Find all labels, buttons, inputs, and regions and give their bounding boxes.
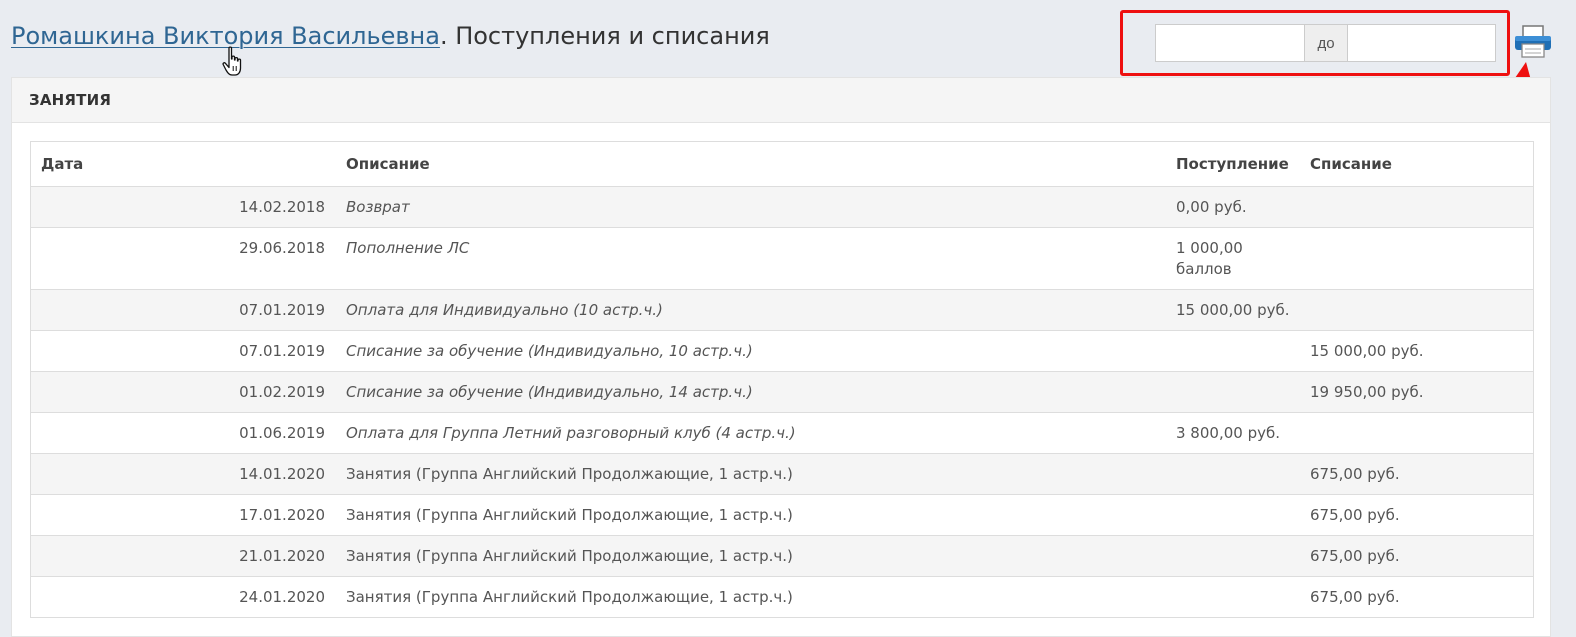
table-header-row: Дата Описание Поступление Списание — [30, 141, 1534, 187]
panel-title: ЗАНЯТИЯ — [12, 78, 1550, 123]
expense-cell: 675,00 руб. — [1300, 576, 1534, 618]
description-cell: Занятия (Группа Английский Продолжающие,… — [336, 494, 1166, 536]
column-header-date[interactable]: Дата — [30, 141, 336, 187]
income-cell — [1166, 453, 1300, 495]
income-cell — [1166, 576, 1300, 618]
description-cell: Оплата для Группа Летний разговорный клу… — [336, 412, 1166, 454]
date-cell: 01.02.2019 — [30, 371, 336, 413]
date-cell: 21.01.2020 — [30, 535, 336, 577]
date-cell: 01.06.2019 — [30, 412, 336, 454]
table-row: 01.02.2019 Списание за обучение (Индивиду… — [30, 371, 1534, 413]
lessons-panel: ЗАНЯТИЯ Дата Описание Поступление Списан… — [11, 77, 1551, 637]
table-row: 01.06.2019 Оплата для Группа Летний разго… — [30, 412, 1534, 454]
column-header-description[interactable]: Описание — [336, 141, 1166, 187]
table-row: 17.01.2020 Занятия (Группа Английский Про… — [30, 494, 1534, 536]
date-cell: 14.01.2020 — [30, 453, 336, 495]
date-cell: 07.01.2019 — [30, 289, 336, 331]
description-cell: Списание за обучение (Индивидуально, 10 … — [336, 330, 1166, 372]
table-row: 14.01.2020 Занятия (Группа Английский Про… — [30, 453, 1534, 495]
transactions-table: Дата Описание Поступление Списание 14.02… — [30, 141, 1534, 618]
expense-cell — [1300, 227, 1534, 290]
description-cell: Оплата для Индивидуально (10 астр.ч.) — [336, 289, 1166, 331]
expense-cell — [1300, 289, 1534, 331]
description-cell: Списание за обучение (Индивидуально, 14 … — [336, 371, 1166, 413]
table-row: 21.01.2020 Занятия (Группа Английский Про… — [30, 535, 1534, 577]
date-from-input[interactable] — [1156, 25, 1304, 61]
description-cell: Занятия (Группа Английский Продолжающие,… — [336, 535, 1166, 577]
expense-cell: 675,00 руб. — [1300, 494, 1534, 536]
expense-cell: 15 000,00 руб. — [1300, 330, 1534, 372]
table-row: 07.01.2019 Списание за обучение (Индивиду… — [30, 330, 1534, 372]
description-cell: Занятия (Группа Английский Продолжающие,… — [336, 453, 1166, 495]
income-cell — [1166, 494, 1300, 536]
date-cell: 17.01.2020 — [30, 494, 336, 536]
date-cell: 07.01.2019 — [30, 330, 336, 372]
income-cell: 0,00 руб. — [1166, 186, 1300, 228]
date-cell: 29.06.2018 — [30, 227, 336, 290]
description-cell: Возврат — [336, 186, 1166, 228]
page-title-suffix: . Поступления и списания — [439, 22, 770, 50]
income-cell: 15 000,00 руб. — [1166, 289, 1300, 331]
table-row: 07.01.2019 Оплата для Индивидуально (10 а… — [30, 289, 1534, 331]
expense-cell: 19 950,00 руб. — [1300, 371, 1534, 413]
page-title: Ромашкина Виктория Васильевна. Поступлен… — [11, 22, 770, 50]
income-cell — [1166, 535, 1300, 577]
description-cell: Пополнение ЛС — [336, 227, 1166, 290]
printer-icon[interactable] — [1513, 24, 1553, 60]
date-cell: 24.01.2020 — [30, 576, 336, 618]
date-to-input[interactable] — [1348, 25, 1495, 61]
expense-cell: 675,00 руб. — [1300, 535, 1534, 577]
table-row: 29.06.2018 Пополнение ЛС 1 000,00 баллов — [30, 227, 1534, 290]
income-cell: 3 800,00 руб. — [1166, 412, 1300, 454]
income-cell — [1166, 330, 1300, 372]
date-cell: 14.02.2018 — [30, 186, 336, 228]
column-header-expense[interactable]: Списание — [1300, 141, 1534, 187]
column-header-income[interactable]: Поступление — [1166, 141, 1300, 187]
income-cell — [1166, 371, 1300, 413]
description-cell: Занятия (Группа Английский Продолжающие,… — [336, 576, 1166, 618]
expense-cell: 675,00 руб. — [1300, 453, 1534, 495]
date-range-separator: до — [1304, 25, 1348, 61]
hand-pointer-icon — [222, 46, 242, 76]
table-row: 24.01.2020 Занятия (Группа Английский Про… — [30, 576, 1534, 618]
date-range-filter: до — [1155, 24, 1496, 62]
income-cell: 1 000,00 баллов — [1166, 227, 1300, 290]
expense-cell — [1300, 412, 1534, 454]
table-row: 14.02.2018 Возврат 0,00 руб. — [30, 186, 1534, 228]
expense-cell — [1300, 186, 1534, 228]
